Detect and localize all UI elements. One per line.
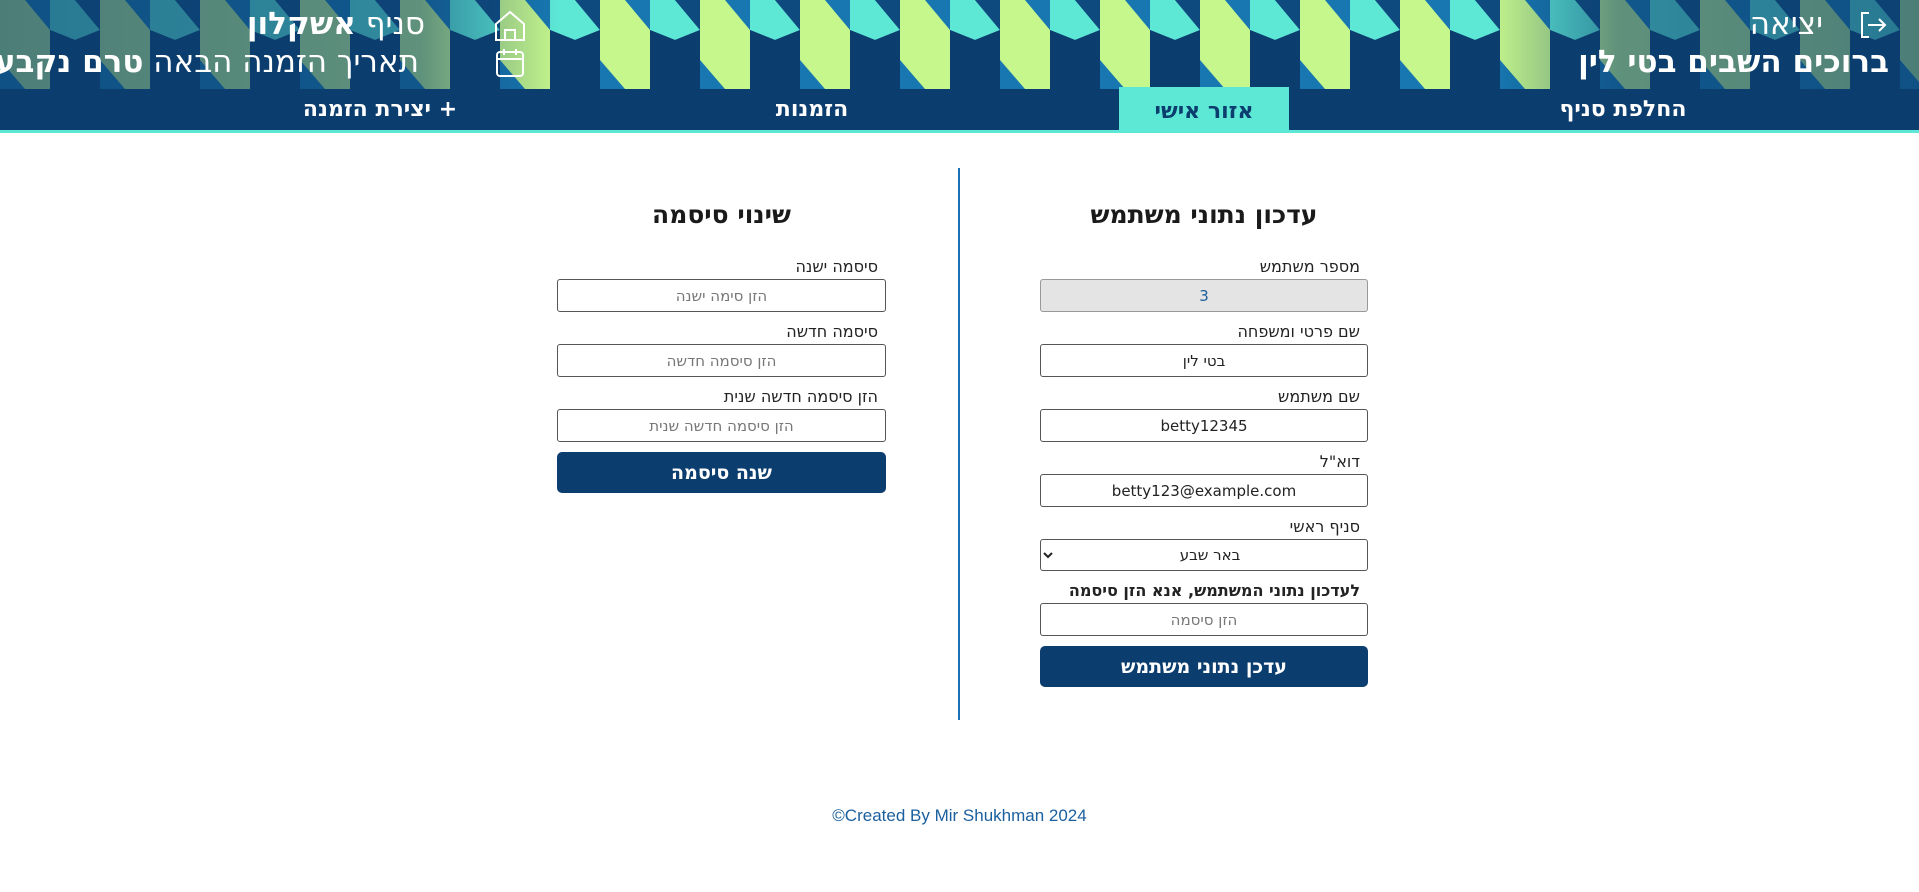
- repeat-password-field[interactable]: [557, 409, 886, 442]
- branch-prefix: סניף: [365, 6, 425, 42]
- username-label: שם משתמש: [1278, 387, 1360, 406]
- new-password-field[interactable]: [557, 344, 886, 377]
- repeat-password-label: הזן סיסמה חדשה שנית: [723, 387, 878, 406]
- confirm-password-field[interactable]: [1040, 603, 1368, 636]
- email-field[interactable]: [1040, 474, 1368, 507]
- old-password-label: סיסמה ישנה: [795, 257, 878, 276]
- logout-icon[interactable]: [1857, 9, 1889, 41]
- old-password-field[interactable]: [557, 279, 886, 312]
- next-order-prefix: תאריך הזמנה הבאה: [153, 44, 419, 80]
- home-icon: [495, 10, 525, 41]
- next-order-info: תאריך הזמנה הבאה טרם נקבע: [0, 44, 419, 80]
- nav-orders[interactable]: הזמנות: [712, 89, 912, 130]
- main-branch-label: סניף ראשי: [1289, 517, 1360, 536]
- welcome-text: ברוכים השבים בטי לין: [1578, 44, 1889, 80]
- header-banner: יציאה ברוכים השבים בטי לין סניף אשקלון ת…: [0, 0, 1919, 89]
- main-branch-select[interactable]: באר שבע: [1040, 539, 1368, 571]
- user-id-label: מספר משתמש: [1259, 257, 1360, 276]
- update-user-form: עדכון נתוני משתמש מספר משתמש שם פרטי ומש…: [1040, 200, 1368, 687]
- nav-personal-area[interactable]: אזור אישי: [1119, 87, 1289, 132]
- new-password-label: סיסמה חדשה: [786, 322, 878, 341]
- update-user-button[interactable]: עדכן נתוני משתמש: [1040, 646, 1368, 687]
- fullname-field[interactable]: [1040, 344, 1368, 377]
- username-field[interactable]: [1040, 409, 1368, 442]
- password-prompt-label: לעדכון נתוני המשתמש, אנא הזן סיסמה: [1068, 581, 1360, 600]
- password-form-title: שינוי סיסמה: [652, 200, 791, 229]
- update-form-title: עדכון נתוני משתמש: [1090, 200, 1318, 229]
- next-order-value: טרם נקבע: [0, 44, 144, 80]
- change-password-form: שינוי סיסמה סיסמה ישנה סיסמה חדשה הזן סי…: [557, 200, 886, 493]
- user-id-field: [1040, 279, 1368, 312]
- main-nav: החלפת סניף אזור אישי הזמנות + יצירת הזמנ…: [0, 87, 1919, 133]
- nav-create-order[interactable]: + יצירת הזמנה: [280, 89, 480, 130]
- branch-name: אשקלון: [246, 6, 356, 42]
- change-password-button[interactable]: שנה סיסמה: [557, 452, 886, 493]
- email-label: דוא"ל: [1319, 452, 1360, 471]
- calendar-icon: [496, 49, 524, 77]
- logout-link[interactable]: יציאה: [1750, 6, 1823, 42]
- footer-credit: ©Created By Mir Shukhman 2024: [832, 806, 1087, 825]
- form-divider: [958, 168, 960, 720]
- fullname-label: שם פרטי ומשפחה: [1237, 322, 1360, 341]
- current-branch: סניף אשקלון: [247, 6, 425, 42]
- nav-switch-branch[interactable]: החלפת סניף: [1452, 89, 1794, 130]
